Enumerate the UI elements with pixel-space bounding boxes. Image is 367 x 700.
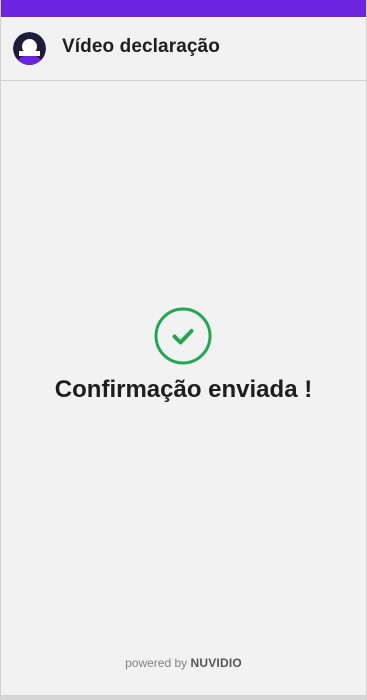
bottom-bar: [1, 695, 366, 700]
check-circle-icon: [154, 307, 212, 365]
app-header: Vídeo declaração: [1, 17, 366, 81]
app-frame: Vídeo declaração Confirmação enviada ! p…: [0, 0, 367, 700]
user-avatar-icon: [13, 32, 46, 65]
confirmation-message: Confirmação enviada !: [54, 376, 313, 403]
brand-logo: NUVIDIO: [190, 656, 242, 670]
accent-top-bar: [1, 0, 366, 17]
page-title: Vídeo declaração: [62, 36, 220, 57]
powered-by-footer: powered by NUVIDIO: [1, 656, 366, 670]
powered-by-label: powered by: [125, 656, 188, 670]
